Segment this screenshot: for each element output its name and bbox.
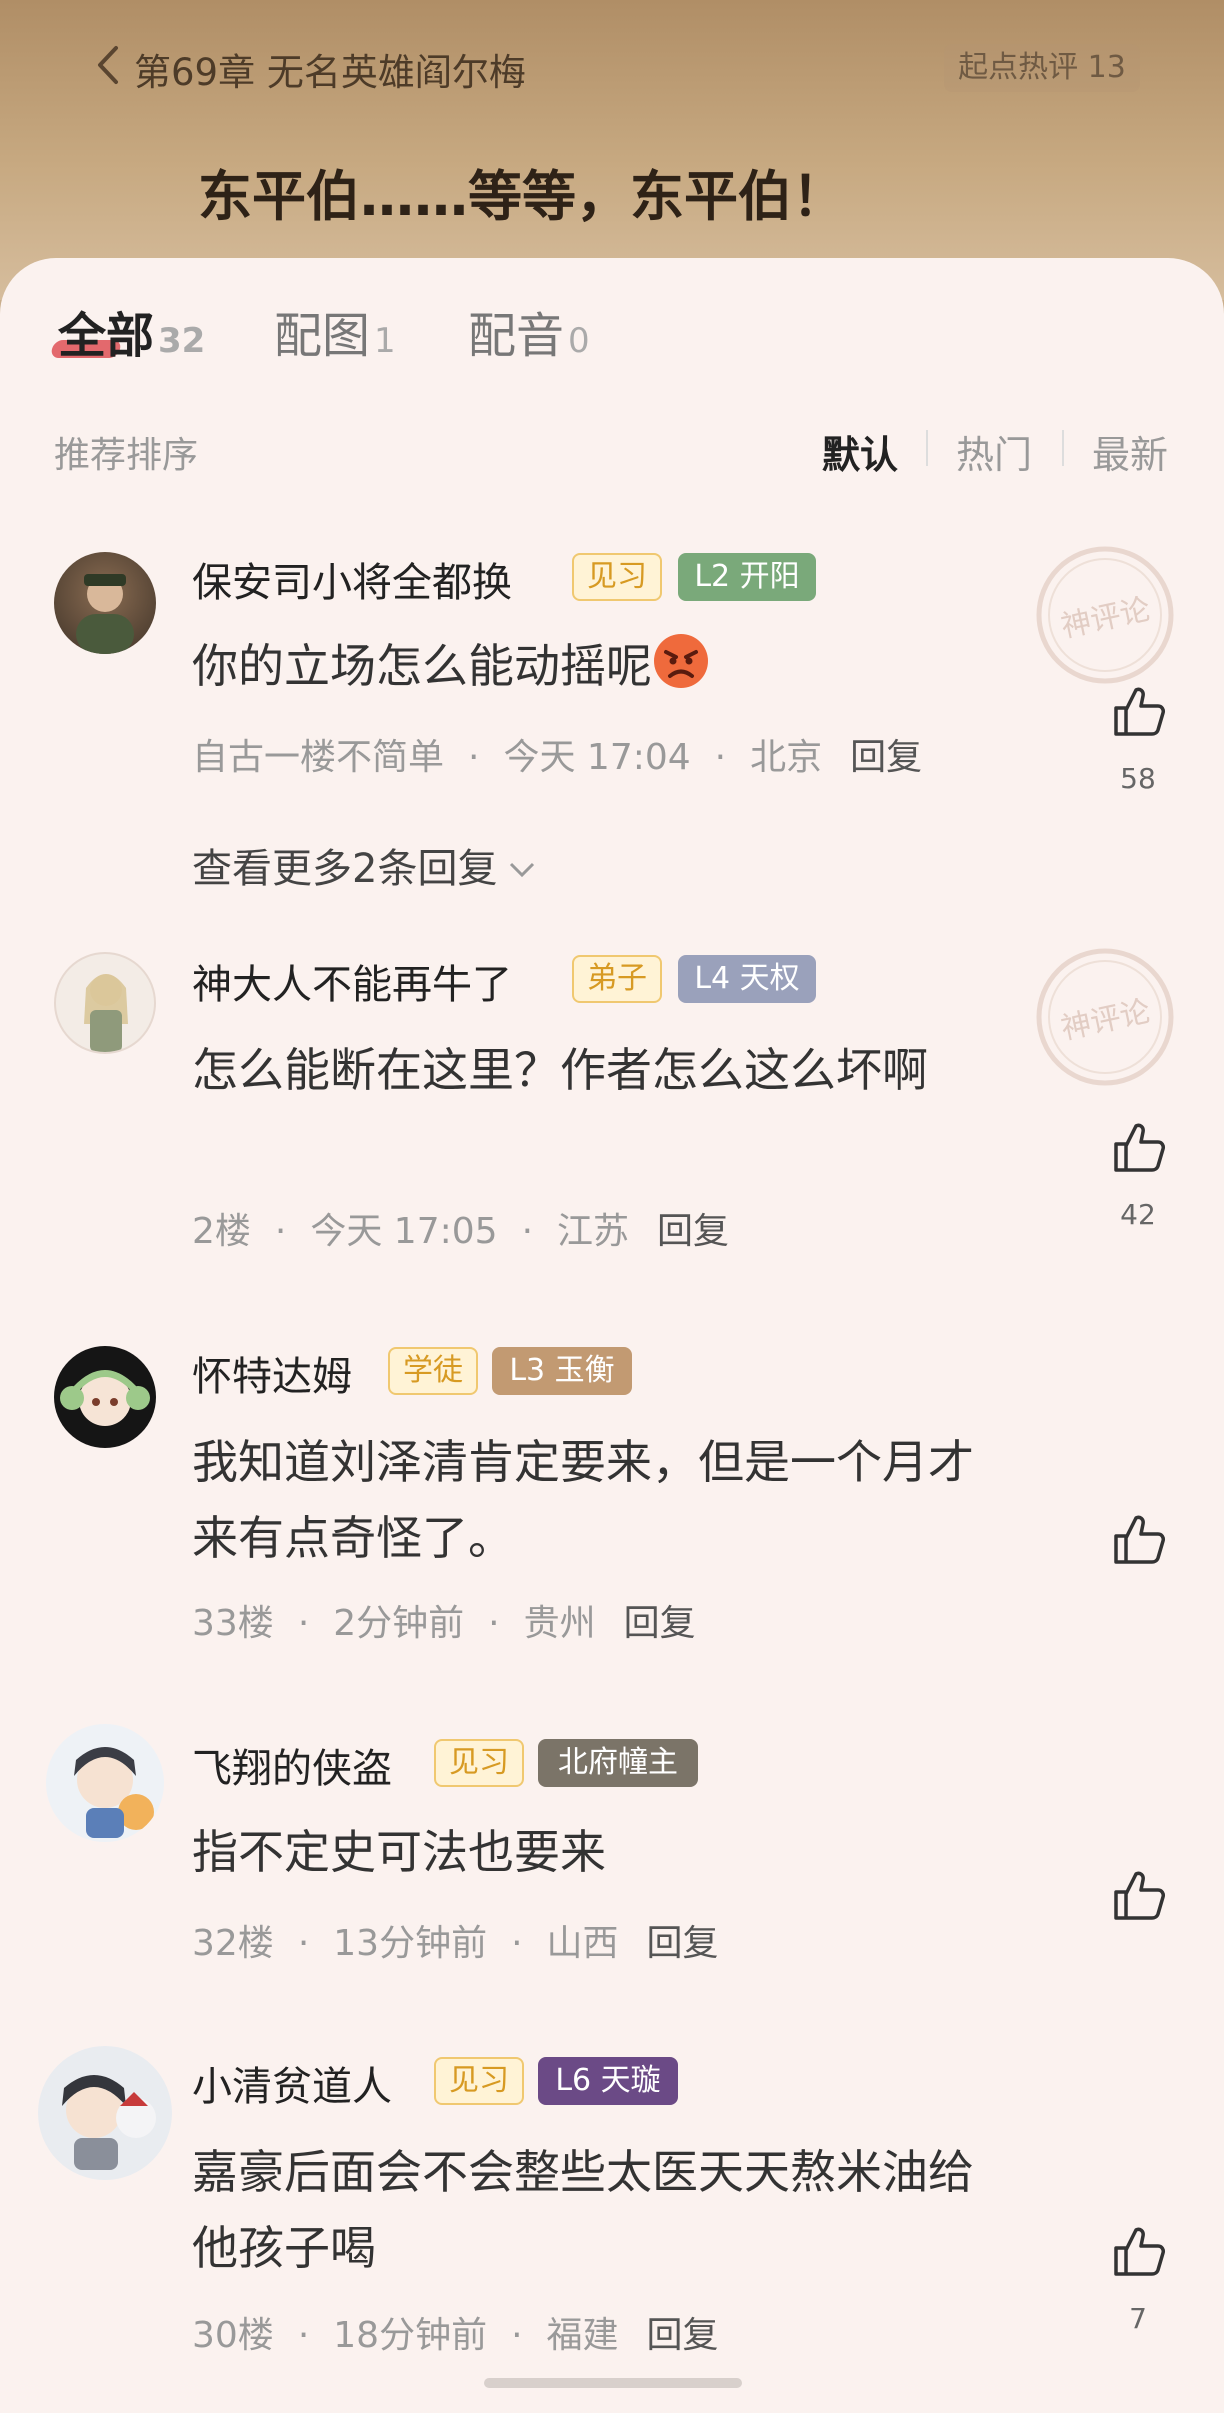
fan-badge: 学徒	[388, 1347, 478, 1395]
avatar[interactable]	[46, 1724, 164, 1842]
location: 山西	[546, 1923, 619, 1964]
tab-all[interactable]: 全部 32	[58, 296, 205, 366]
chapter-title[interactable]: 第69章 无名英雄阎尔梅	[134, 42, 526, 96]
timestamp: 2分钟前	[333, 1603, 465, 1644]
username[interactable]: 保安司小将全都换	[192, 550, 512, 608]
comment-meta: 自古一楼不简单 · 今天 17:04 · 北京 回复	[192, 737, 923, 778]
tab-audio[interactable]: 配音 0	[468, 296, 590, 366]
divider	[926, 430, 928, 466]
timestamp: 18分钟前	[333, 2315, 488, 2356]
floor-label: 2楼	[192, 1211, 251, 1252]
sort-hot[interactable]: 热门	[956, 424, 1032, 479]
thumbs-up-icon[interactable]	[1108, 2222, 1168, 2282]
username[interactable]: 怀特达姆	[192, 1344, 352, 1402]
comment-meta: 30楼 · 18分钟前 · 福建 回复	[192, 2315, 719, 2356]
avatar[interactable]	[54, 952, 156, 1054]
sort-latest[interactable]: 最新	[1092, 424, 1168, 479]
reply-button[interactable]: 回复	[647, 2315, 719, 2356]
username[interactable]: 飞翔的侠盗	[192, 1736, 392, 1794]
home-indicator[interactable]	[484, 2378, 742, 2388]
fan-badge: 弟子	[572, 955, 662, 1003]
username[interactable]: 小清贫道人	[192, 2054, 392, 2112]
tab-count: 32	[158, 321, 206, 361]
comment-meta: 33楼 · 2分钟前 · 贵州 回复	[192, 1603, 696, 1644]
floor-label: 自古一楼不简单	[192, 737, 445, 778]
god-comment-stamp-icon: 神评论	[1036, 948, 1174, 1086]
floor-label: 32楼	[192, 1923, 274, 1964]
comment-text: 嘉豪后面会不会整些太医天天熬米油给他孩子喝	[192, 2145, 974, 2275]
comment-meta: 32楼 · 13分钟前 · 山西 回复	[192, 1923, 719, 1964]
timestamp: 今天 17:05	[310, 1211, 498, 1252]
comment-text-content: 你的立场怎么能动摇呢	[192, 639, 652, 693]
view-more-replies[interactable]: 查看更多2条回复	[192, 836, 537, 894]
divider	[1062, 430, 1064, 466]
like-count: 58	[1120, 762, 1156, 795]
like-count: 7	[1129, 2302, 1147, 2335]
comment-text: 指不定史可法也要来	[192, 1825, 606, 1879]
thumbs-up-icon[interactable]	[1108, 1118, 1168, 1178]
comment-text: 我知道刘泽清肯定要来，但是一个月才来有点奇怪了。	[192, 1435, 974, 1565]
location: 江苏	[557, 1211, 630, 1252]
timestamp: 13分钟前	[333, 1923, 488, 1964]
thumbs-up-icon[interactable]	[1108, 1866, 1168, 1926]
level-badge: L6 天璇	[538, 2057, 678, 2105]
comment-text: 怎么能断在这里？作者怎么这么坏啊	[192, 1043, 928, 1097]
like-count: 42	[1120, 1198, 1156, 1231]
sort-label: 推荐排序	[54, 435, 199, 476]
tab-images[interactable]: 配图 1	[274, 296, 396, 366]
chevron-down-icon	[510, 862, 535, 878]
tab-label: 全部	[58, 308, 155, 364]
level-badge: L4 天权	[678, 955, 816, 1003]
fan-badge: 见习	[434, 2057, 524, 2105]
god-comment-stamp-icon: 神评论	[1036, 546, 1174, 684]
stamp-label: 神评论	[1058, 592, 1153, 645]
tab-label: 配图	[274, 308, 371, 364]
quoted-passage: 东平伯……等等，东平伯！	[198, 165, 846, 228]
tab-count: 1	[374, 321, 396, 361]
avatar[interactable]	[54, 552, 156, 654]
level-badge: L2 开阳	[678, 553, 816, 601]
timestamp: 今天 17:04	[503, 737, 691, 778]
location: 福建	[546, 2315, 619, 2356]
tab-label: 配音	[468, 308, 565, 364]
angry-face-icon	[654, 634, 708, 688]
location: 贵州	[523, 1603, 596, 1644]
username[interactable]: 神大人不能再牛了	[192, 952, 512, 1010]
comment-meta: 2楼 · 今天 17:05 · 江苏 回复	[192, 1211, 730, 1252]
avatar[interactable]	[38, 2046, 172, 2180]
back-chevron-icon[interactable]	[88, 40, 128, 90]
floor-label: 33楼	[192, 1603, 274, 1644]
location: 北京	[750, 737, 823, 778]
reply-button[interactable]: 回复	[624, 1603, 696, 1644]
fan-badge: 见习	[572, 553, 662, 601]
reply-button[interactable]: 回复	[850, 737, 922, 778]
comment-text: 你的立场怎么能动摇呢	[192, 628, 1072, 704]
fan-badge: 见习	[434, 1739, 524, 1787]
tab-count: 0	[568, 321, 590, 361]
hot-comments-label[interactable]: 起点热评 13	[944, 44, 1140, 92]
stamp-label: 神评论	[1058, 994, 1153, 1047]
level-badge: 北府幢主	[538, 1739, 698, 1787]
floor-label: 30楼	[192, 2315, 274, 2356]
sort-default[interactable]: 默认	[822, 424, 898, 479]
reply-button[interactable]: 回复	[657, 1211, 729, 1252]
level-badge: L3 玉衡	[492, 1347, 632, 1395]
reply-button[interactable]: 回复	[647, 1923, 719, 1964]
more-replies-label: 查看更多2条回复	[192, 846, 498, 892]
avatar[interactable]	[54, 1346, 156, 1448]
thumbs-up-icon[interactable]	[1108, 682, 1168, 742]
thumbs-up-icon[interactable]	[1108, 1510, 1168, 1570]
